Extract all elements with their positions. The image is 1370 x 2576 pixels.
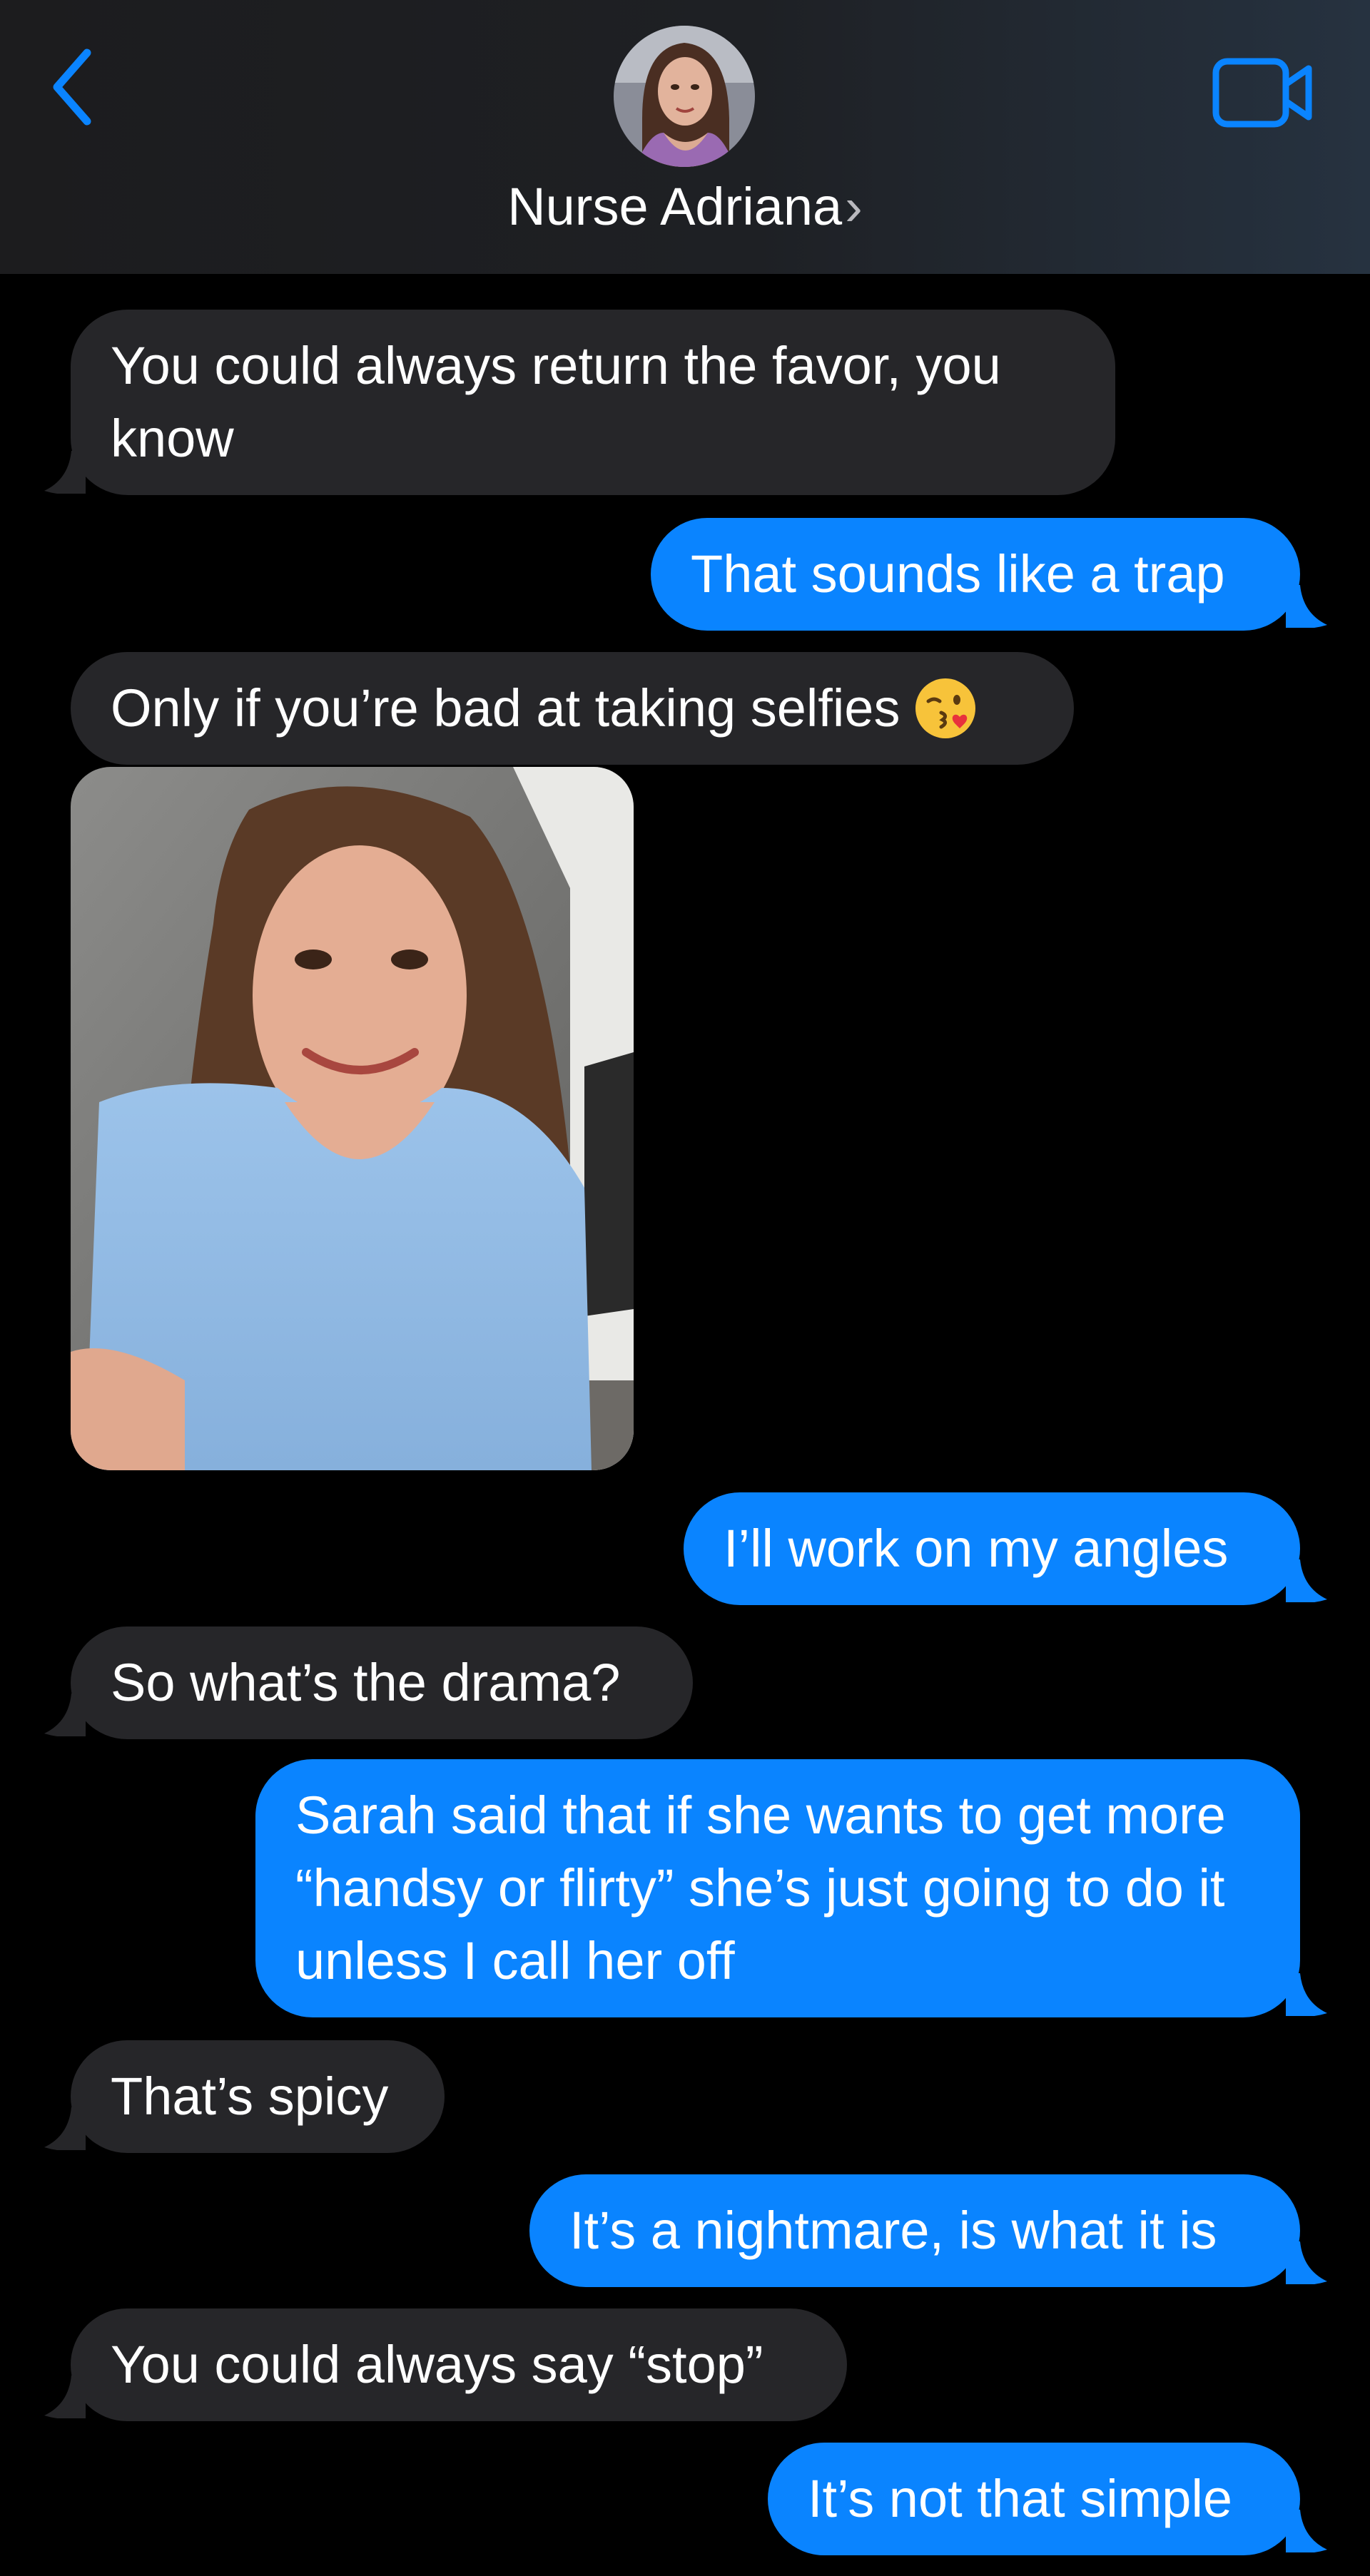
message-text: You could always say “stop” bbox=[111, 2335, 763, 2394]
bubble-tail bbox=[1286, 585, 1327, 628]
message-text: It’s not that simple bbox=[808, 2469, 1233, 2528]
bubble-tail bbox=[1286, 2510, 1327, 2552]
message-text: You could always return the favor, you k… bbox=[111, 336, 1001, 468]
message-bubble-received[interactable]: You could always say “stop” bbox=[71, 2308, 847, 2421]
back-button[interactable] bbox=[44, 44, 101, 130]
bubble-tail bbox=[44, 2376, 86, 2418]
chevron-left-icon bbox=[53, 49, 91, 126]
contact-avatar[interactable] bbox=[614, 26, 755, 167]
bubble-tail bbox=[1286, 1973, 1327, 2016]
conversation-header: Nurse Adriana› bbox=[0, 0, 1370, 274]
message-text: Sarah said that if she wants to get more… bbox=[295, 1786, 1226, 1990]
video-call-button[interactable] bbox=[1212, 57, 1316, 128]
message-text: That’s spicy bbox=[111, 2067, 389, 2126]
message-bubble-sent[interactable]: It’s not that simple bbox=[768, 2443, 1300, 2555]
message-bubble-received[interactable]: So what’s the drama? bbox=[71, 1626, 693, 1739]
message-bubble-sent[interactable]: Sarah said that if she wants to get more… bbox=[255, 1759, 1300, 2017]
message-bubble-sent[interactable]: It’s a nightmare, is what it is bbox=[529, 2174, 1300, 2287]
message-bubble-received[interactable]: That’s spicy bbox=[71, 2040, 445, 2153]
face-blowing-a-kiss-icon bbox=[915, 678, 976, 739]
bubble-tail bbox=[1286, 2241, 1327, 2284]
message-bubble-received[interactable]: You could always return the favor, you k… bbox=[71, 310, 1115, 495]
contact-name[interactable]: Nurse Adriana› bbox=[0, 175, 1370, 239]
chevron-right-icon: › bbox=[845, 177, 863, 236]
message-text: It’s a nightmare, is what it is bbox=[569, 2201, 1217, 2260]
contact-name-label: Nurse Adriana bbox=[507, 177, 843, 236]
message-bubble-sent[interactable]: That sounds like a trap bbox=[651, 518, 1300, 631]
selfie-photo[interactable] bbox=[71, 767, 634, 1470]
video-camera-icon bbox=[1212, 58, 1312, 128]
bubble-tail bbox=[44, 451, 86, 494]
message-text: So what’s the drama? bbox=[111, 1653, 621, 1712]
message-text: Only if you’re bad at taking selfies bbox=[111, 678, 900, 738]
bubble-tail bbox=[44, 2107, 86, 2150]
message-text: That sounds like a trap bbox=[691, 544, 1225, 604]
message-bubble-sent[interactable]: I’ll work on my angles bbox=[684, 1492, 1300, 1605]
bubble-tail bbox=[1286, 1559, 1327, 1602]
message-text: I’ll work on my angles bbox=[724, 1519, 1229, 1578]
message-bubble-received[interactable]: Only if you’re bad at taking selfies bbox=[71, 652, 1074, 765]
bubble-tail bbox=[44, 1694, 86, 1736]
